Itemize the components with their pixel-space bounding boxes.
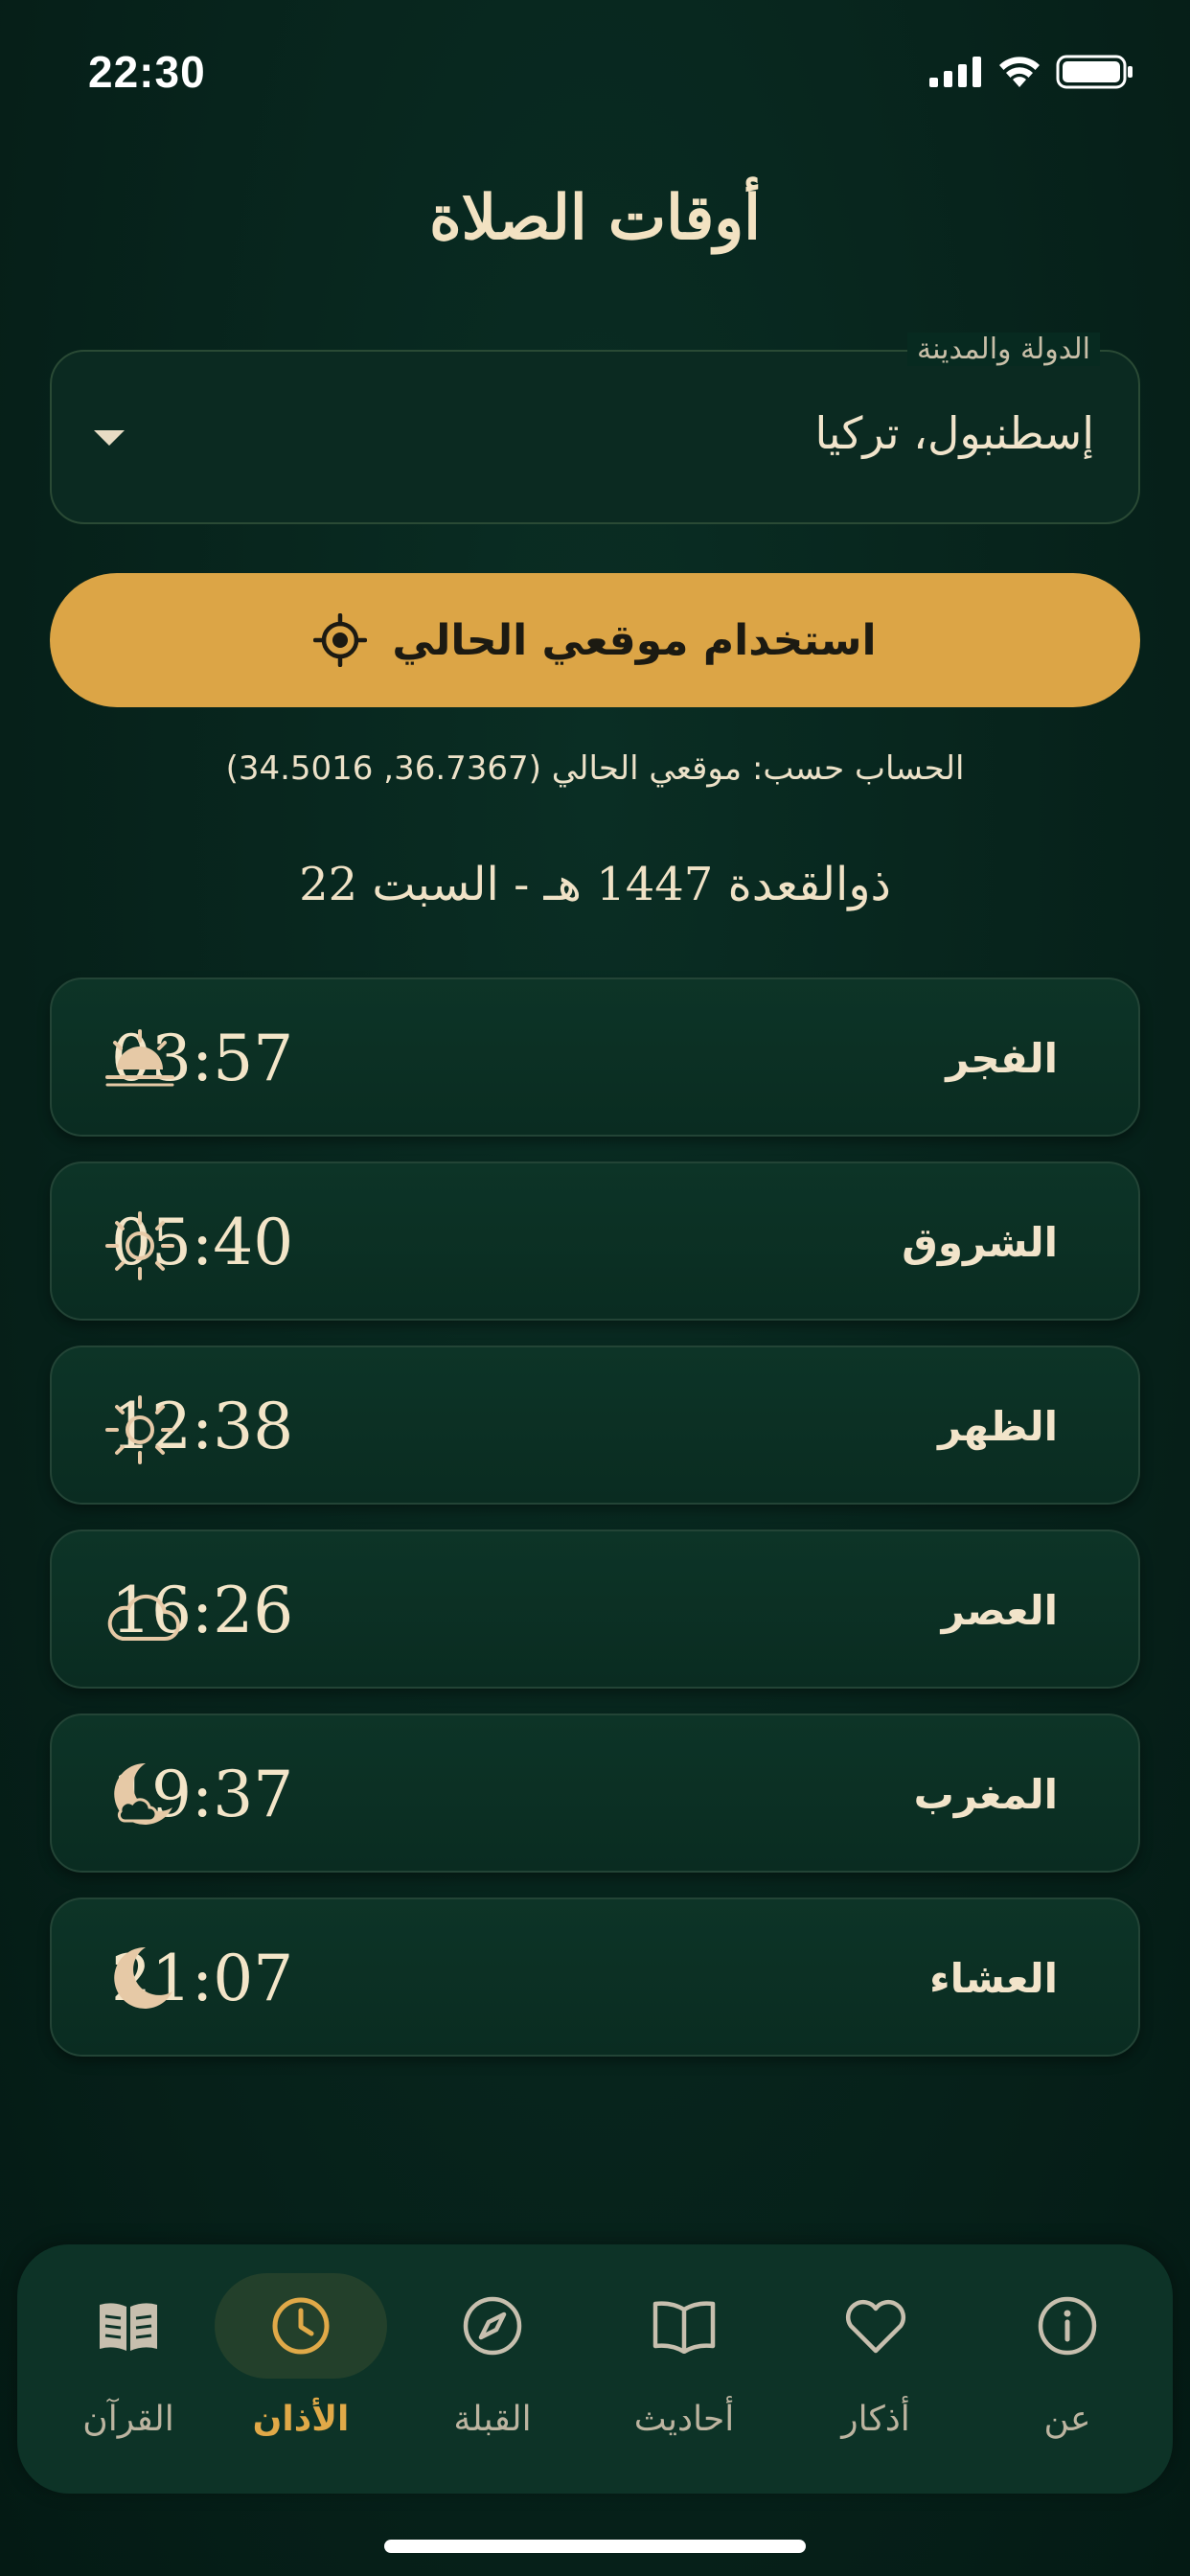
nav-item-hadith[interactable]: أحاديث <box>598 2273 770 2474</box>
nav-label-hadith: أحاديث <box>633 2400 735 2439</box>
nav-item-quran[interactable]: القرآن <box>42 2273 215 2474</box>
nav-item-adhkar[interactable]: أذكار <box>790 2273 962 2474</box>
battery-icon <box>1056 55 1133 89</box>
wifi-icon <box>999 57 1040 87</box>
clock-icon <box>272 2297 330 2355</box>
sun-icon <box>105 1395 174 1464</box>
nav-label-adhan: الأذان <box>252 2400 350 2439</box>
prayer-name: الشروق <box>902 1219 1058 1266</box>
bottom-navigation: القرآن الأذان القبلة أحاديث أذكار عن <box>17 2244 1173 2494</box>
location-value: إسطنبول، تركيا <box>814 407 1094 459</box>
nav-item-adhan[interactable]: الأذان <box>215 2273 387 2474</box>
nav-item-about[interactable]: عن <box>981 2273 1154 2474</box>
heart-icon <box>845 2299 906 2354</box>
nav-item-qibla[interactable]: القبلة <box>406 2273 579 2474</box>
status-bar: 22:30 <box>0 0 1190 144</box>
cloud-icon <box>107 1594 180 1641</box>
page-title: أوقات الصلاة <box>429 182 761 254</box>
home-indicator[interactable] <box>384 2540 806 2553</box>
status-time: 22:30 <box>88 47 206 97</box>
prayer-name: العصر <box>941 1587 1058 1634</box>
cellular-signal-icon <box>929 57 981 87</box>
prayer-name: المغرب <box>913 1771 1058 1818</box>
location-label: الدولة والمدينة <box>906 333 1100 366</box>
sunrise-icon <box>105 1029 174 1087</box>
prayer-name: الفجر <box>946 1035 1058 1082</box>
compass-icon <box>463 2296 522 2356</box>
prayer-card-asr: العصر 16:26 <box>50 1530 1140 1689</box>
prayer-card-maghrib: المغرب 19:37 <box>50 1714 1140 1873</box>
prayer-name: الظهر <box>938 1403 1058 1450</box>
quran-book-icon <box>100 2303 157 2351</box>
prayer-card-isha: العشاء 21:07 <box>50 1898 1140 2057</box>
nav-label-adhkar: أذكار <box>841 2400 910 2439</box>
nav-label-about: عن <box>1043 2400 1091 2439</box>
calculation-note: الحساب حسب: موقعي الحالي (36.7367, 34.50… <box>225 749 965 788</box>
crescent-cloud-icon <box>114 1762 172 1825</box>
prayer-card-dhuhr: الظهر 12:38 <box>50 1346 1140 1505</box>
use-location-label: استخدام موقعي الحالي <box>392 615 877 665</box>
prayer-times-screen: 22:30 أوقات الصلاة الدولة والمدينة إسطنب… <box>0 0 1190 2576</box>
location-target-icon <box>313 613 368 667</box>
hijri-date: ذوالقعدة 1447 هـ - السبت 22 <box>299 858 891 911</box>
prayer-card-fajr: الفجر 03:57 <box>50 978 1140 1137</box>
location-select[interactable]: الدولة والمدينة إسطنبول، تركيا <box>50 333 1140 524</box>
moon-icon <box>114 1946 172 2009</box>
sun-icon <box>105 1211 174 1280</box>
info-icon <box>1038 2296 1097 2356</box>
prayer-card-sunrise: الشروق 05:40 <box>50 1162 1140 1321</box>
open-book-icon <box>652 2301 716 2354</box>
nav-label-quran: القرآن <box>82 2400 174 2439</box>
status-icons <box>929 54 1134 90</box>
nav-label-qibla: القبلة <box>453 2400 532 2439</box>
prayer-name: العشاء <box>929 1955 1058 2002</box>
chevron-down-icon <box>94 430 125 446</box>
use-location-button[interactable]: استخدام موقعي الحالي <box>50 573 1140 707</box>
